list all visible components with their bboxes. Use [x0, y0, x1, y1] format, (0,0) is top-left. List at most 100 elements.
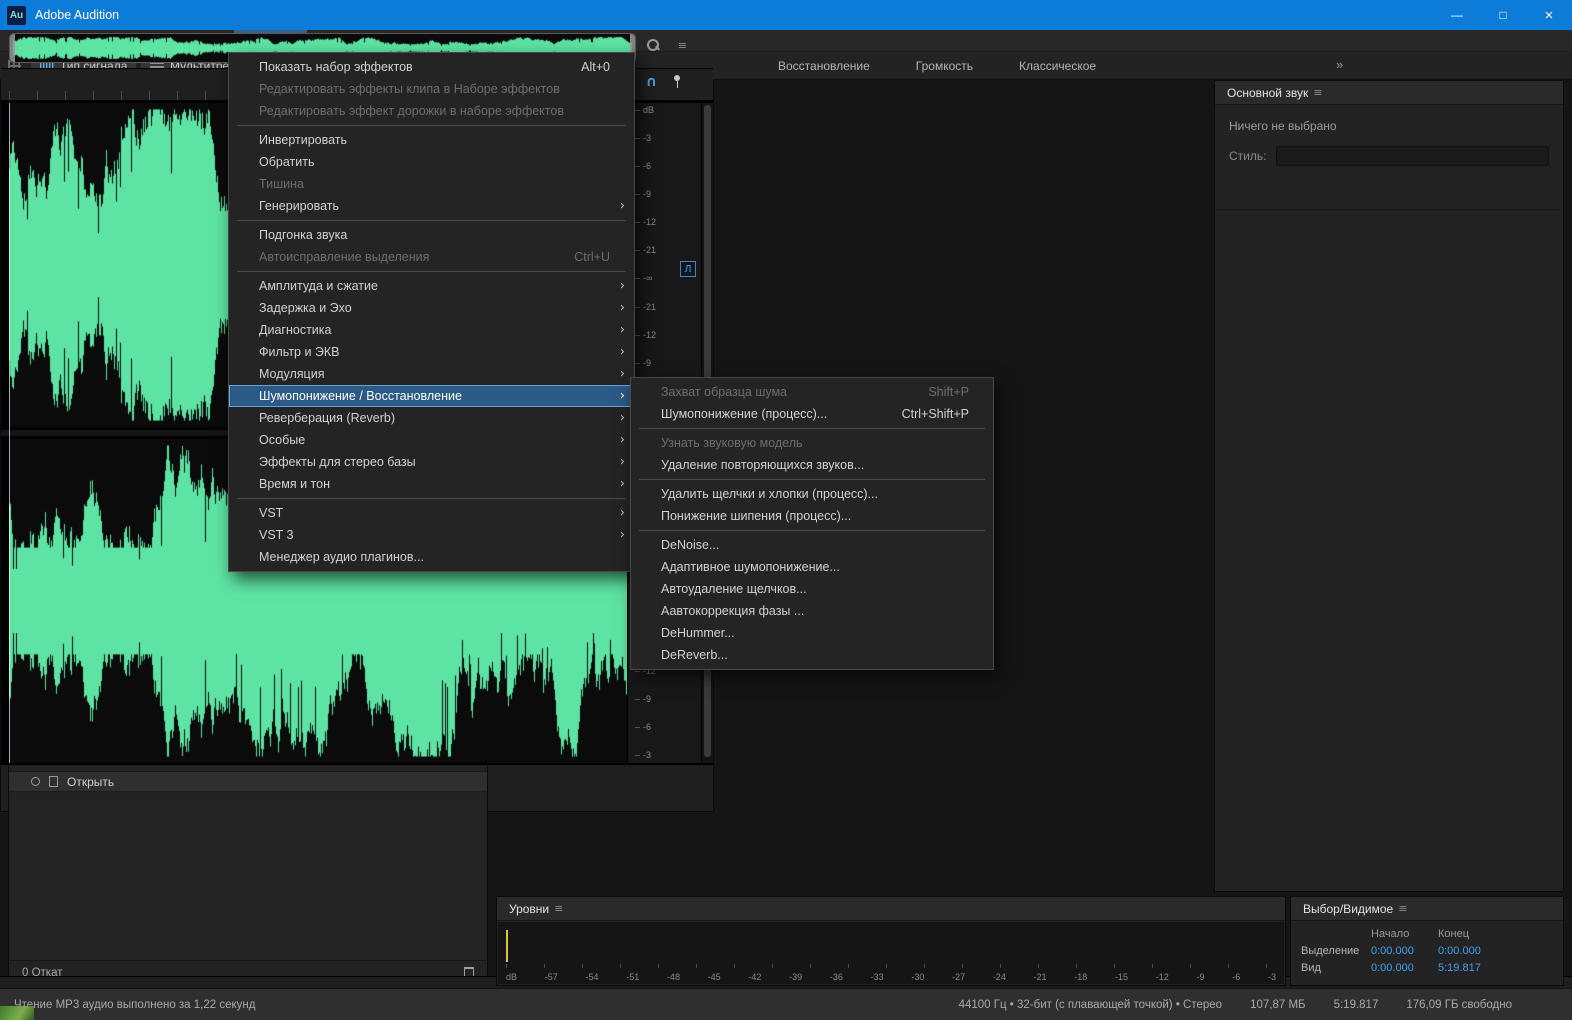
- menu-item-label: Шумопонижение (процесс)...: [661, 407, 827, 421]
- menu-item[interactable]: VST 3: [229, 524, 634, 546]
- style-row: Стиль:: [1229, 146, 1549, 166]
- meter-scale-label: -30: [911, 972, 924, 982]
- menu-item-shortcut: Ctrl+U: [546, 250, 610, 264]
- overview-left-handle[interactable]: [10, 34, 15, 62]
- menu-item[interactable]: DeNoise...: [631, 534, 993, 556]
- pin-icon[interactable]: [673, 75, 681, 89]
- menu-item[interactable]: Аавтокоррекция фазы ...: [631, 600, 993, 622]
- meter-indicator: [506, 930, 508, 962]
- menu-item-label: Узнать звуковую модель: [661, 436, 803, 450]
- meter-scale-label: -39: [789, 972, 802, 982]
- menu-item[interactable]: DeHummer...: [631, 622, 993, 644]
- menu-item[interactable]: Шумопонижение (процесс)... Ctrl+Shift+P: [631, 403, 993, 425]
- window-title: Adobe Audition: [35, 8, 119, 22]
- zoom-tool-icon[interactable]: [647, 39, 660, 52]
- menu-item[interactable]: Показать набор эффектов Alt+0: [229, 56, 634, 78]
- db-label: -12: [635, 331, 701, 340]
- menu-item-label: Менеджер аудио плагинов...: [259, 550, 424, 564]
- nothing-selected-text: Ничего не выбрано: [1229, 119, 1563, 133]
- menu-item[interactable]: Адаптивное шумопонижение...: [631, 556, 993, 578]
- workspace-overflow-icon[interactable]: »: [1336, 57, 1343, 72]
- playhead[interactable]: [9, 103, 10, 763]
- menu-separator: [229, 495, 634, 502]
- menu-item[interactable]: Модуляция: [229, 363, 634, 385]
- menu-item[interactable]: Удаление повторяющихся звуков...: [631, 454, 993, 476]
- menu-item[interactable]: Время и тон: [229, 473, 634, 495]
- menu-item[interactable]: Особые: [229, 429, 634, 451]
- solo-monitor-icon[interactable]: ∩: [646, 75, 657, 89]
- selection-row-label: Выделение: [1301, 945, 1371, 957]
- menu-item[interactable]: Автоудаление щелчков...: [631, 578, 993, 600]
- essential-sound-empty-area: [1216, 209, 1562, 890]
- menu-item[interactable]: Диагностика: [229, 319, 634, 341]
- menu-item-label: DeHummer...: [661, 626, 735, 640]
- menu-item-label: Адаптивное шумопонижение...: [661, 560, 840, 574]
- panel-menu-icon[interactable]: [1313, 86, 1322, 99]
- menu-item-label: Диагностика: [259, 323, 331, 337]
- display-options-icon[interactable]: [678, 39, 687, 52]
- menu-item[interactable]: Удалить щелчки и хлопки (процесс)...: [631, 483, 993, 505]
- menu-item[interactable]: Амплитуда и сжатие: [229, 275, 634, 297]
- menu-item[interactable]: Обратить: [229, 151, 634, 173]
- menu-item[interactable]: Эффекты для стерео базы: [229, 451, 634, 473]
- menu-item[interactable]: Шумопонижение / Восстановление: [229, 385, 634, 407]
- menu-item-label: Захват образца шума: [661, 385, 787, 399]
- left-channel-badge[interactable]: Л: [680, 261, 696, 277]
- tab-levels[interactable]: Уровни: [509, 902, 563, 916]
- menu-item-label: Аавтокоррекция фазы ...: [661, 604, 804, 618]
- db-label: -9: [635, 695, 701, 704]
- history-entry[interactable]: Открыть: [9, 771, 487, 792]
- menu-item[interactable]: VST: [229, 502, 634, 524]
- menu-item[interactable]: Инвертировать: [229, 129, 634, 151]
- db-label: -3: [635, 134, 701, 143]
- selection-end-value[interactable]: 0:00.000: [1438, 945, 1553, 957]
- menu-item[interactable]: Менеджер аудио плагинов...: [229, 546, 634, 568]
- menu-item-label: Редактировать эффекты клипа в Наборе эфф…: [259, 82, 560, 96]
- tab-essential-sound[interactable]: Основной звук: [1227, 86, 1322, 100]
- panel-menu-icon[interactable]: [1398, 902, 1407, 915]
- style-dropdown[interactable]: [1276, 146, 1549, 166]
- view-row-label: Вид: [1301, 962, 1371, 974]
- menu-item[interactable]: DeReverb...: [631, 644, 993, 666]
- view-end-value[interactable]: 5:19.817: [1438, 962, 1553, 974]
- history-entry-label: Открыть: [67, 775, 114, 789]
- view-start-value[interactable]: 0:00.000: [1371, 962, 1438, 974]
- menu-item[interactable]: Задержка и Эхо: [229, 297, 634, 319]
- status-message: Чтение MP3 аудио выполнено за 1,22 секун…: [14, 999, 255, 1011]
- menu-item[interactable]: Генерировать: [229, 195, 634, 217]
- submenu-arrow-icon: [620, 345, 625, 360]
- menu-item-label: Фильтр и ЭКВ: [259, 345, 340, 359]
- close-button[interactable]: ×: [1526, 0, 1572, 30]
- meter-scale-label: -36: [830, 972, 843, 982]
- tab-selection-view[interactable]: Выбор/Видимое: [1303, 902, 1407, 916]
- meter-scale-label: -51: [626, 972, 639, 982]
- meter-scale-label: -21: [1034, 972, 1047, 982]
- menu-item[interactable]: Понижение шипения (процесс)...: [631, 505, 993, 527]
- meter-scale-label: -57: [545, 972, 558, 982]
- workspace-item[interactable]: Восстановление: [778, 59, 870, 73]
- minimize-button[interactable]: —: [1434, 0, 1480, 30]
- meter-scale-label: -3: [1268, 972, 1276, 982]
- panel-menu-icon[interactable]: [554, 902, 563, 915]
- menu-item-label: Удалить щелчки и хлопки (процесс)...: [661, 487, 878, 501]
- menu-item-label: Редактировать эффект дорожки в наборе эф…: [259, 104, 564, 118]
- submenu-arrow-icon: [620, 323, 625, 338]
- maximize-button[interactable]: □: [1480, 0, 1526, 30]
- meter-scale-label: dB: [506, 972, 517, 982]
- meter-scale-label: -42: [748, 972, 761, 982]
- workspace-item[interactable]: Классическое: [1019, 59, 1096, 73]
- levels-panel: Уровни dB-57-54-51-48-45-42-39-36-33-30-…: [496, 896, 1286, 986]
- adobe-audition-window: Au Adobe Audition — □ × ФайлПравкаМульти…: [0, 0, 1572, 1020]
- menu-item[interactable]: Фильтр и ЭКВ: [229, 341, 634, 363]
- level-meter: dB-57-54-51-48-45-42-39-36-33-30-27-24-2…: [498, 922, 1284, 984]
- menu-item[interactable]: Подгонка звука: [229, 224, 634, 246]
- meter-scale-label: -12: [1156, 972, 1169, 982]
- menu-item-label: DeReverb...: [661, 648, 728, 662]
- statusbar: Чтение MP3 аудио выполнено за 1,22 секун…: [0, 988, 1572, 1020]
- menu-item[interactable]: Реверберация (Reverb): [229, 407, 634, 429]
- ruler-icons: ∩: [646, 75, 681, 89]
- desktop-peek: [0, 1006, 34, 1020]
- meter-scale-label: -54: [585, 972, 598, 982]
- selection-start-value[interactable]: 0:00.000: [1371, 945, 1438, 957]
- workspace-item[interactable]: Громкость: [916, 59, 973, 73]
